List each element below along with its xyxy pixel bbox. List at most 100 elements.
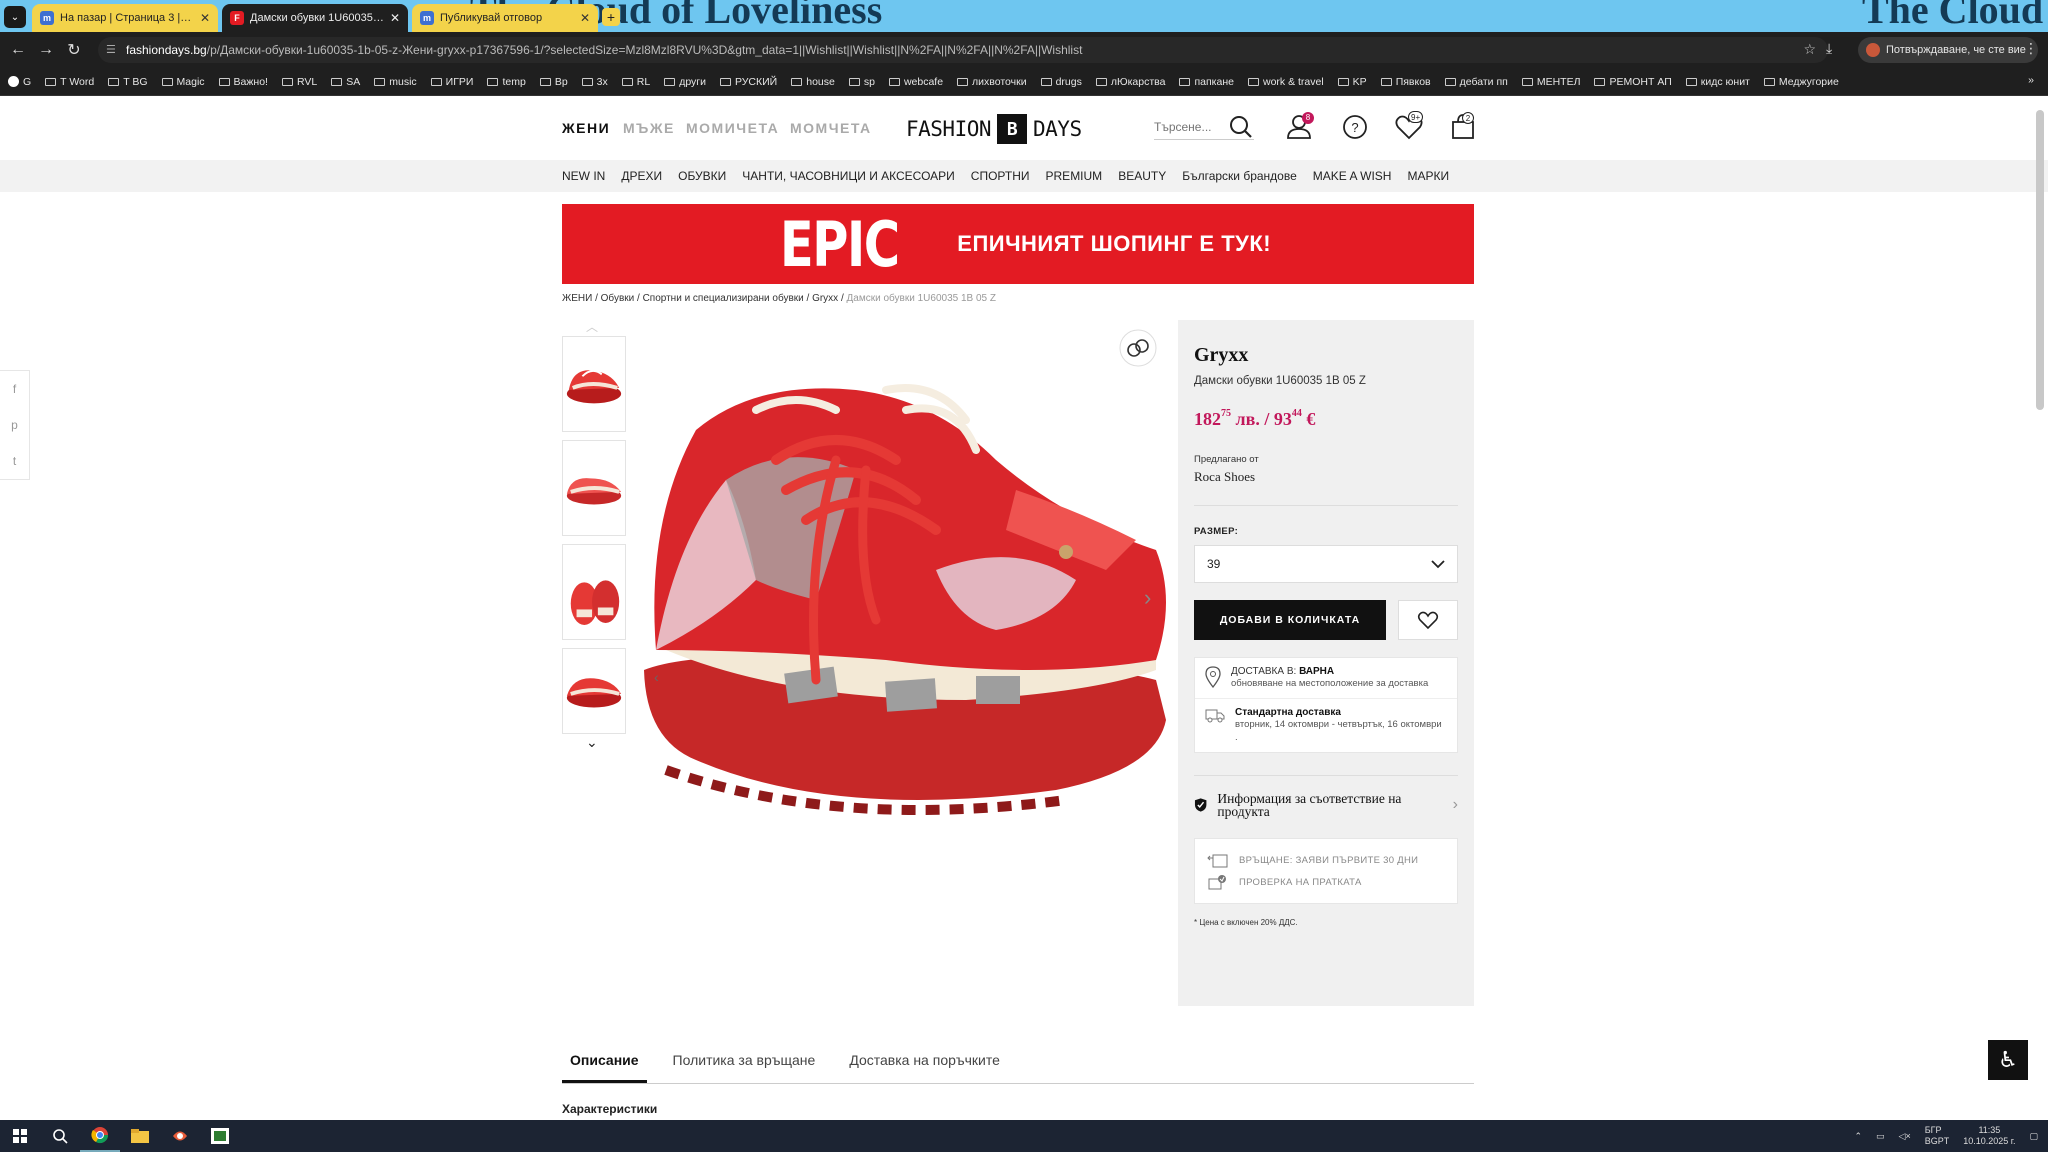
bookmark-folder[interactable]: SA <box>331 76 360 88</box>
bookmark-folder[interactable]: RVL <box>281 76 317 88</box>
category-item[interactable]: MAKE A WISH <box>1313 169 1392 183</box>
thumbnail-2[interactable] <box>562 440 626 536</box>
bookmark-star-icon[interactable]: ☆ <box>1803 41 1816 58</box>
bookmark-folder[interactable]: лЮкарства <box>1095 76 1165 88</box>
tray-expand-icon[interactable]: ⌃ <box>1854 1131 1862 1142</box>
bookmark-folder[interactable]: webcafe <box>888 76 943 88</box>
taskbar-search-icon[interactable] <box>40 1120 80 1152</box>
tab-3[interactable]: m Публикувай отговор ✕ <box>412 4 598 32</box>
promo-banner[interactable]: EPIC ЕПИЧНИЯТ ШОПИНГ Е ТУК! <box>562 204 1474 284</box>
thumbnail-4[interactable] <box>562 648 626 734</box>
bookmark-folder[interactable]: Пявков <box>1380 76 1431 88</box>
tab-2-active[interactable]: F Дамски обувки 1U60035 1B 05 Z ✕ <box>222 4 408 32</box>
spreadsheet-app-icon[interactable] <box>200 1120 240 1152</box>
bookmark-folder[interactable]: Magic <box>161 76 205 88</box>
bookmark-folder[interactable]: други <box>664 76 706 88</box>
forward-icon[interactable]: → <box>32 41 60 59</box>
new-tab-button[interactable]: + <box>602 8 620 26</box>
breadcrumb-women[interactable]: ЖЕНИ <box>562 293 592 304</box>
facebook-icon[interactable]: f <box>13 382 16 396</box>
add-to-cart-button[interactable]: ДОБАВИ В КОЛИЧКАТА <box>1194 600 1386 640</box>
app-icon[interactable] <box>160 1120 200 1152</box>
category-item[interactable]: СПОРТНИ <box>971 169 1030 183</box>
category-item[interactable]: BEAUTY <box>1118 169 1166 183</box>
fashion-days-logo[interactable]: FASHION B DAYS <box>906 112 1082 146</box>
thumbs-up-arrow-icon[interactable]: ︿ <box>586 318 598 335</box>
bookmark-folder[interactable]: Меджугорие <box>1763 76 1839 88</box>
tab-1[interactable]: m На пазар | Страница 3 | Теми ✕ <box>32 4 218 32</box>
bookmark-folder[interactable]: sp <box>848 76 875 88</box>
nav-girls[interactable]: МОМИЧЕТА <box>686 120 779 136</box>
delivery-location[interactable]: ДОСТАВКА В: ВАРНА обновяване на местополо… <box>1195 658 1457 699</box>
bookmark-folder[interactable]: дебати пп <box>1444 76 1508 88</box>
size-select[interactable]: 39 <box>1194 545 1458 583</box>
category-item[interactable]: МАРКИ <box>1407 169 1449 183</box>
file-explorer-icon[interactable] <box>120 1120 160 1152</box>
bookmark-folder[interactable]: RL <box>621 76 650 88</box>
bookmark-folder[interactable]: лихвоточки <box>957 76 1027 88</box>
breadcrumb-shoes[interactable]: Обувки <box>601 293 635 304</box>
help-icon[interactable]: ? <box>1338 110 1372 144</box>
category-item[interactable]: NEW IN <box>562 169 605 183</box>
category-item[interactable]: PREMIUM <box>1046 169 1103 183</box>
tab-delivery[interactable]: Доставка на поръчките <box>841 1044 1008 1083</box>
bookmark-folder[interactable]: РЕМОНТ АП <box>1594 76 1672 88</box>
search-icon[interactable] <box>1224 110 1258 144</box>
twitter-icon[interactable]: t <box>13 454 16 468</box>
delivery-update-link[interactable]: обновяване на местоположение за доставка <box>1231 677 1428 690</box>
network-icon[interactable]: ▭ <box>1876 1131 1885 1142</box>
reload-icon[interactable]: ↻ <box>60 40 88 60</box>
notifications-icon[interactable]: ▢ <box>2029 1131 2038 1142</box>
tab-close-icon[interactable]: ✕ <box>200 11 210 25</box>
pinterest-icon[interactable]: p <box>11 418 18 432</box>
tab-search-icon[interactable]: ⌄ <box>4 6 26 28</box>
bookmark-folder[interactable]: 3x <box>581 76 608 88</box>
site-info-icon[interactable]: ☰ <box>106 43 116 56</box>
accessibility-button[interactable]: ♿ <box>1988 1040 2028 1080</box>
bookmark-folder[interactable]: МЕНТЕЛ <box>1521 76 1580 88</box>
nav-women[interactable]: ЖЕНИ <box>562 120 610 136</box>
bookmarks-overflow-icon[interactable]: » <box>2028 74 2034 86</box>
product-brand[interactable]: Gryxx <box>1194 344 1458 367</box>
nav-men[interactable]: МЪЖЕ <box>623 120 675 136</box>
seller-name[interactable]: Roca Shoes <box>1194 469 1458 485</box>
category-item[interactable]: ЧАНТИ, ЧАСОВНИЦИ И АКСЕСОАРИ <box>742 169 955 183</box>
tab-description[interactable]: Описание <box>562 1044 647 1083</box>
page-scrollbar[interactable] <box>2036 110 2044 410</box>
bookmark-folder[interactable]: кидс юнит <box>1685 76 1750 88</box>
bookmark-folder[interactable]: T BG <box>108 76 148 88</box>
language-indicator[interactable]: БГР BGPT <box>1925 1125 1950 1147</box>
back-icon[interactable]: ← <box>4 41 32 59</box>
bookmark-folder[interactable]: РУСКИЙ <box>719 76 777 88</box>
bookmark-folder[interactable]: ИГРИ <box>430 76 473 88</box>
download-icon[interactable]: ⤓ <box>1826 40 1832 57</box>
tab-close-icon[interactable]: ✕ <box>580 11 590 25</box>
bookmark-folder[interactable]: temp <box>487 76 526 88</box>
windows-start-icon[interactable] <box>0 1120 40 1152</box>
bookmark-folder[interactable]: drugs <box>1040 76 1082 88</box>
category-item[interactable]: Български брандове <box>1182 169 1297 183</box>
bookmark-folder[interactable]: папкане <box>1179 76 1234 88</box>
bookmark-folder[interactable]: Важно! <box>218 76 268 88</box>
bookmark-folder[interactable]: music <box>374 76 417 88</box>
browser-menu-icon[interactable]: ⋮ <box>2024 40 2038 57</box>
bookmark-folder[interactable]: Bp <box>539 76 568 88</box>
tab-return-policy[interactable]: Политика за връщане <box>665 1044 824 1083</box>
category-item[interactable]: ДРЕХИ <box>621 169 662 183</box>
bookmark-folder[interactable]: house <box>791 76 835 88</box>
product-main-image[interactable]: ‹ › <box>636 320 1168 840</box>
nav-boys[interactable]: МОМЧЕТА <box>790 120 872 136</box>
bookmark-folder[interactable]: KP <box>1337 76 1367 88</box>
profile-button[interactable]: Потвърждаване, че сте вие <box>1858 37 2038 63</box>
breadcrumb-brand[interactable]: Gryxx <box>812 293 838 304</box>
breadcrumb-sport-shoes[interactable]: Спортни и специализирани обувки <box>643 293 804 304</box>
add-to-wishlist-button[interactable] <box>1398 600 1458 640</box>
address-bar[interactable]: ☰ fashiondays.bg/p/Дамски-обувки-1u60035… <box>98 37 1828 63</box>
volume-icon[interactable]: ◁× <box>1899 1131 1911 1142</box>
thumbs-down-arrow-icon[interactable]: ⌄ <box>586 734 598 751</box>
tab-close-icon[interactable]: ✕ <box>390 11 400 25</box>
thumbnail-1[interactable] <box>562 336 626 432</box>
bookmark-google[interactable]: G <box>8 76 31 88</box>
product-conformity-link[interactable]: Информация за съответствие на продукта › <box>1194 775 1458 818</box>
bookmark-folder[interactable]: work & travel <box>1247 76 1324 88</box>
